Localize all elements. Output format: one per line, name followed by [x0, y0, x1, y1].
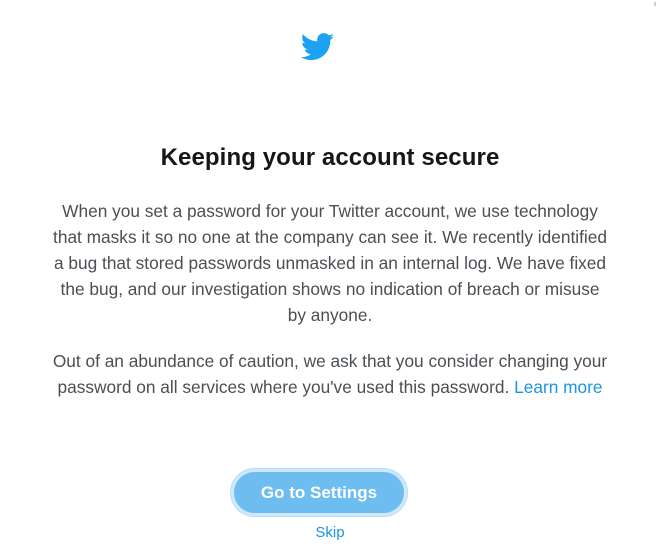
notice-line: by anyone.	[287, 305, 373, 325]
skip-row: Skip	[0, 524, 660, 541]
learn-more-link[interactable]: Learn more	[514, 377, 602, 397]
corner-mark	[654, 2, 656, 6]
security-notice-paragraph: When you set a password for your Twitter…	[20, 198, 640, 328]
go-to-settings-button[interactable]: Go to Settings	[231, 469, 407, 516]
caution-line-text: password on all services where you've us…	[57, 377, 510, 397]
twitter-bird-icon	[301, 33, 335, 61]
caution-line: password on all services where you've us…	[20, 374, 640, 400]
caution-paragraph: Out of an abundance of caution, we ask t…	[20, 348, 640, 400]
notice-line: that masks it so no one at the company c…	[53, 227, 607, 247]
notice-line: the bug, and our investigation shows no …	[60, 279, 600, 299]
notice-line: a bug that stored passwords unmasked in …	[53, 253, 607, 273]
notice-line: When you set a password for your Twitter…	[62, 201, 598, 221]
page-title: Keeping your account secure	[160, 144, 500, 171]
caution-line: Out of an abundance of caution, we ask t…	[52, 351, 608, 371]
skip-link[interactable]: Skip	[315, 524, 344, 541]
